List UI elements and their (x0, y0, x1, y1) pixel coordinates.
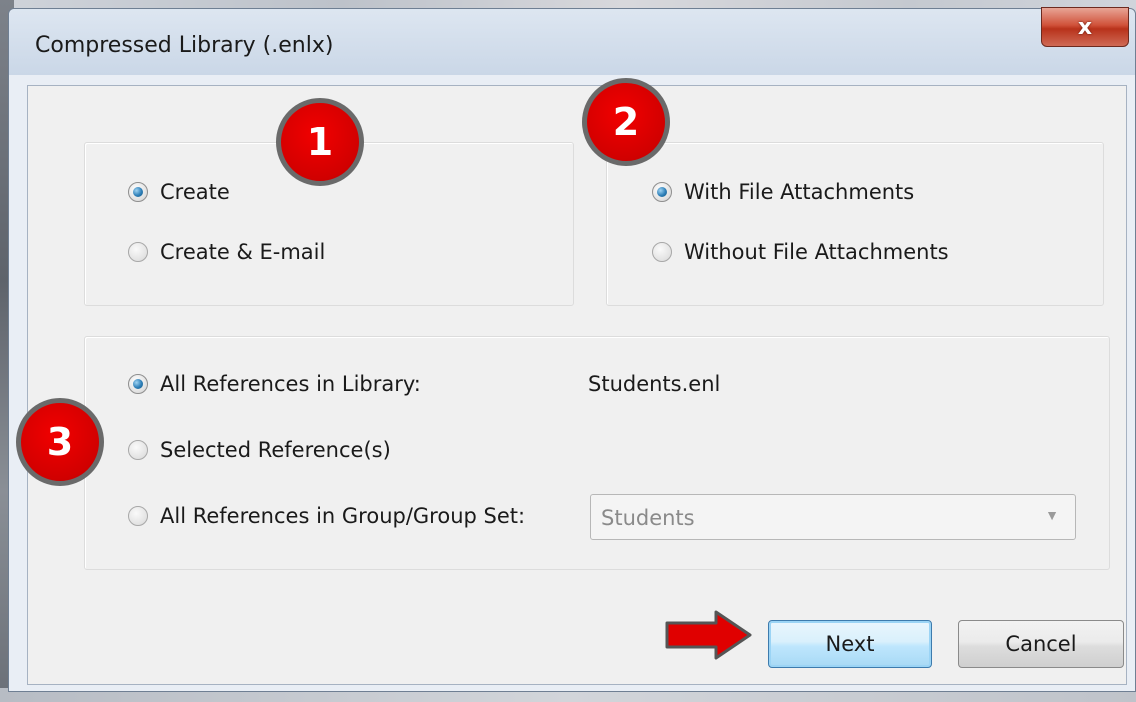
selected-references-label: Selected Reference(s) (160, 438, 391, 462)
arrow-right-icon (665, 610, 752, 660)
without-attachments-radio[interactable] (652, 242, 672, 262)
library-name: Students.enl (588, 372, 721, 396)
all-references-option[interactable]: All References in Library: (128, 372, 421, 396)
create-option[interactable]: Create (128, 180, 230, 204)
group-references-label: All References in Group/Group Set: (160, 504, 526, 528)
selected-references-radio[interactable] (128, 440, 148, 460)
with-attachments-radio[interactable] (652, 182, 672, 202)
create-label: Create (160, 180, 230, 204)
without-attachments-label: Without File Attachments (684, 240, 949, 264)
all-references-label: All References in Library: (160, 372, 421, 396)
with-attachments-label: With File Attachments (684, 180, 915, 204)
create-email-radio[interactable] (128, 242, 148, 262)
selected-references-option[interactable]: Selected Reference(s) (128, 438, 391, 462)
all-references-radio[interactable] (128, 374, 148, 394)
chevron-down-icon[interactable]: ▼ (1045, 507, 1059, 523)
close-icon: x (1077, 14, 1093, 40)
group-references-radio[interactable] (128, 506, 148, 526)
close-button[interactable]: x (1041, 7, 1129, 47)
group-select-value: Students (601, 506, 695, 530)
compressed-library-dialog: Compressed Library (.enlx) x Create Crea… (8, 7, 1136, 692)
step-badge-1: 1 (276, 98, 364, 186)
dialog-content: Create Create & E-mail With File Attachm… (27, 85, 1127, 685)
step-badge-3: 3 (16, 398, 104, 486)
create-email-option[interactable]: Create & E-mail (128, 240, 325, 264)
attachment-group (606, 142, 1104, 306)
window-title: Compressed Library (.enlx) (35, 33, 334, 58)
step-badge-2: 2 (582, 78, 670, 166)
title-bar: Compressed Library (.enlx) x (9, 7, 1135, 75)
cancel-button[interactable]: Cancel (958, 620, 1124, 668)
create-radio[interactable] (128, 182, 148, 202)
with-attachments-option[interactable]: With File Attachments (652, 180, 914, 204)
group-select[interactable]: Students ▼ (590, 494, 1076, 540)
group-references-option[interactable]: All References in Group/Group Set: (128, 504, 525, 528)
next-button[interactable]: Next (768, 620, 932, 668)
create-email-label: Create & E-mail (160, 240, 326, 264)
without-attachments-option[interactable]: Without File Attachments (652, 240, 949, 264)
